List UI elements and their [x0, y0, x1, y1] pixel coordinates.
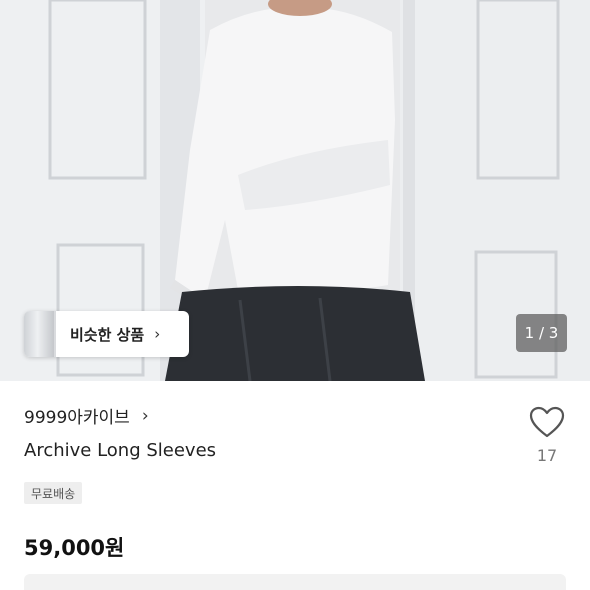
chevron-right-icon: › [141, 405, 149, 426]
free-shipping-badge: 무료배송 [24, 482, 83, 504]
like-count: 17 [536, 446, 558, 465]
product-image-carousel[interactable]: 비슷한 상품 › 1 / 3 [0, 0, 590, 381]
shop-link[interactable]: 9999아카이브 › [24, 403, 149, 429]
chevron-right-icon: › [154, 325, 161, 343]
image-page-indicator: 1 / 3 [516, 314, 567, 352]
similar-product-thumbnail [24, 311, 56, 357]
similar-products-button[interactable]: 비슷한 상품 › [24, 311, 189, 357]
product-title: Archive Long Sleeves [24, 440, 217, 461]
like-button[interactable]: 17 [525, 406, 569, 472]
bottom-info-box [24, 574, 566, 590]
shop-name: 9999아카이브 [24, 408, 130, 428]
product-price: 59,000원 [24, 536, 125, 560]
heart-outline-icon [529, 406, 565, 438]
similar-products-label: 비슷한 상품 [70, 325, 145, 344]
